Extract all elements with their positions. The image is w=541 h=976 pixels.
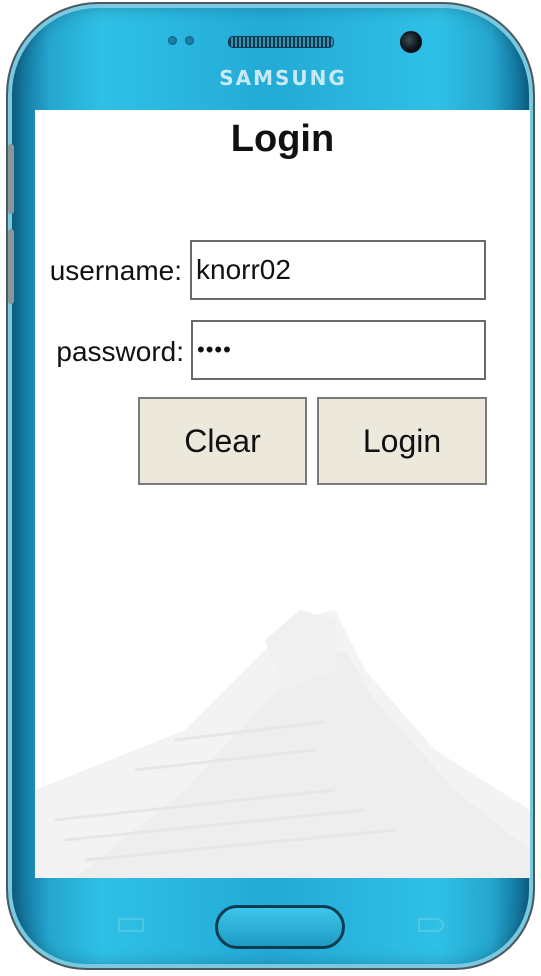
back-icon[interactable] bbox=[418, 918, 444, 932]
page-title: Login bbox=[230, 118, 335, 160]
brand-logo: SAMSUNG bbox=[219, 66, 347, 90]
sensor-dot bbox=[185, 36, 194, 45]
recent-apps-icon[interactable] bbox=[118, 918, 144, 932]
sensor-dots bbox=[168, 36, 194, 45]
speaker-grille bbox=[228, 36, 334, 48]
volume-up-button bbox=[8, 144, 14, 214]
clear-button[interactable]: Clear bbox=[138, 397, 307, 485]
username-label: username: bbox=[49, 255, 182, 286]
password-label: password: bbox=[56, 336, 184, 367]
home-button[interactable] bbox=[215, 905, 345, 949]
username-input[interactable] bbox=[190, 240, 486, 300]
sensor-dot bbox=[168, 36, 177, 45]
background-watermark bbox=[35, 610, 530, 878]
volume-down-button bbox=[8, 229, 14, 304]
screen: Login username: password: •••• Clear Log… bbox=[35, 110, 530, 878]
front-camera-icon bbox=[400, 31, 422, 53]
login-button[interactable]: Login bbox=[317, 397, 487, 485]
password-input[interactable]: •••• bbox=[191, 320, 486, 380]
